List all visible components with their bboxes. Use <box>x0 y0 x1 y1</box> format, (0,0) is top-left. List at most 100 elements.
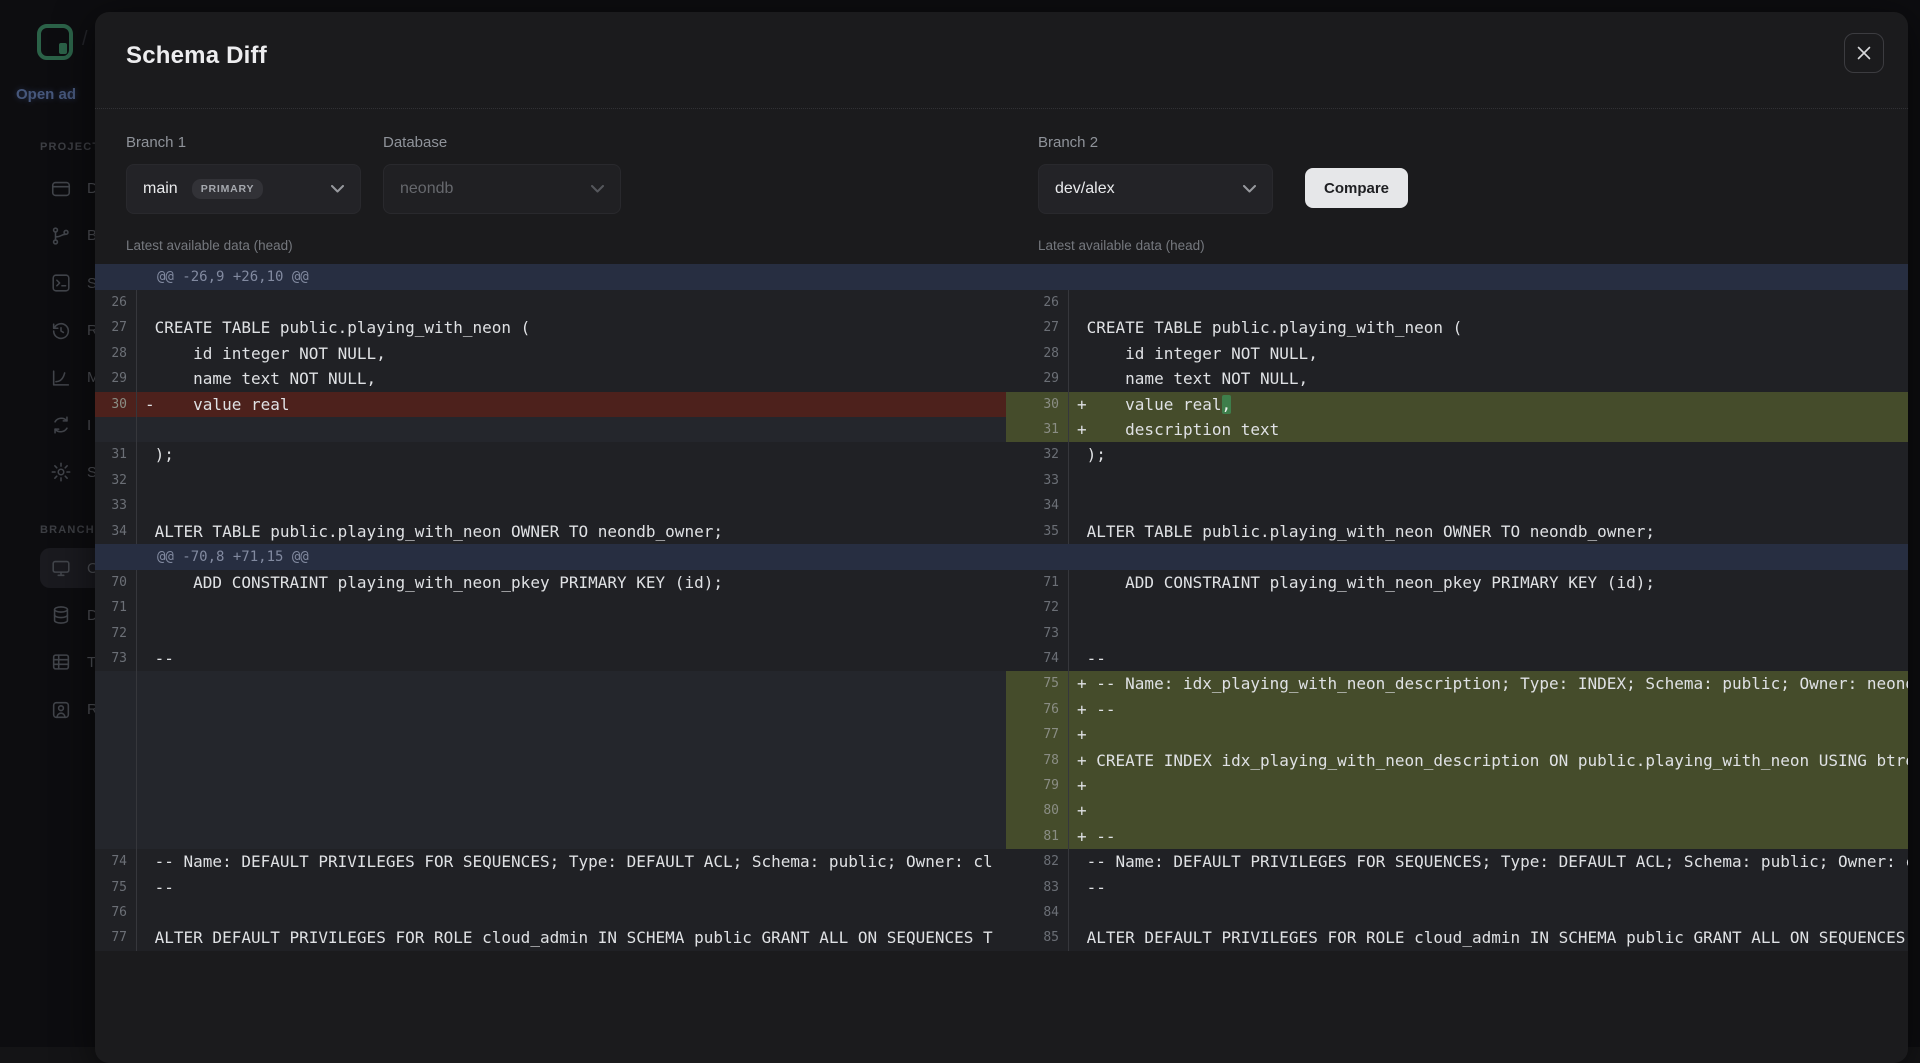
line-number <box>95 671 136 696</box>
diff-left-cell: 72 <box>95 621 1006 646</box>
branch1-label: Branch 1 <box>126 134 186 151</box>
line-number: 30 <box>95 392 136 417</box>
line-number: 74 <box>95 849 136 874</box>
line-number: 85 <box>1006 925 1068 950</box>
line-number: 84 <box>1006 900 1068 925</box>
code-line <box>1068 621 1908 646</box>
diff-left-cell: 27 CREATE TABLE public.playing_with_neon… <box>95 315 1006 340</box>
code-line: + -- Name: idx_playing_with_neon_descrip… <box>1068 671 1908 696</box>
code-line <box>1068 468 1908 493</box>
diff-row: 2626 <box>95 290 1908 315</box>
diff-right-cell: 76+ -- <box>1006 697 1908 722</box>
line-number: 34 <box>1006 493 1068 518</box>
database-value: neondb <box>400 180 453 198</box>
diff-right-cell: 26 <box>1006 290 1908 315</box>
diff-right-cell: 83 -- <box>1006 875 1908 900</box>
diff-right-cell: 31+ description text <box>1006 417 1908 442</box>
code-line <box>136 773 1006 798</box>
diff-left-cell: 71 <box>95 595 1006 620</box>
diff-left-cell <box>95 748 1006 773</box>
code-line: CREATE TABLE public.playing_with_neon ( <box>136 315 1006 340</box>
diff-row: 76+ -- <box>95 697 1908 722</box>
code-line <box>1068 290 1908 315</box>
code-line <box>136 900 1006 925</box>
code-line <box>136 798 1006 823</box>
diff-left-cell <box>95 697 1006 722</box>
line-number: 72 <box>1006 595 1068 620</box>
diff-right-cell: 77+ <box>1006 722 1908 747</box>
code-line <box>136 417 1006 442</box>
line-number <box>95 798 136 823</box>
line-number: 82 <box>1006 849 1068 874</box>
code-line <box>136 697 1006 722</box>
diff-right-cell: 35 ALTER TABLE public.playing_with_neon … <box>1006 519 1908 544</box>
diff-row: 77+ <box>95 722 1908 747</box>
code-line <box>136 671 1006 696</box>
line-number: 79 <box>1006 773 1068 798</box>
code-line <box>136 290 1006 315</box>
line-number: 72 <box>95 621 136 646</box>
schema-diff-modal: Schema Diff Branch 1 Database Branch 2 m… <box>95 12 1908 1063</box>
code-line: name text NOT NULL, <box>1068 366 1908 391</box>
diff-row: 80+ <box>95 798 1908 823</box>
code-line <box>1068 900 1908 925</box>
diff-left-cell: 33 <box>95 493 1006 518</box>
code-line: + value real, <box>1068 392 1908 417</box>
line-number: 35 <box>1006 519 1068 544</box>
branch1-select[interactable]: main PRIMARY <box>126 164 361 214</box>
branch2-select[interactable]: dev/alex <box>1038 164 1273 214</box>
hunk-header: @@ -26,9 +26,10 @@ <box>95 264 1908 290</box>
database-select: neondb <box>383 164 621 214</box>
code-line: ALTER DEFAULT PRIVILEGES FOR ROLE cloud_… <box>136 925 1006 950</box>
diff-right-cell: 30+ value real, <box>1006 392 1908 417</box>
primary-badge: PRIMARY <box>192 179 264 199</box>
close-button[interactable] <box>1844 33 1884 73</box>
code-line: - value real <box>136 392 1006 417</box>
diff-right-cell: 72 <box>1006 595 1908 620</box>
diff-right-cell: 73 <box>1006 621 1908 646</box>
diff-left-cell: 34 ALTER TABLE public.playing_with_neon … <box>95 519 1006 544</box>
diff-row: 29 name text NOT NULL,29 name text NOT N… <box>95 366 1908 391</box>
line-number: 73 <box>95 646 136 671</box>
branch2-value: dev/alex <box>1055 180 1115 198</box>
diff-left-cell <box>95 824 1006 849</box>
code-line: ALTER TABLE public.playing_with_neon OWN… <box>1068 519 1908 544</box>
diff-right-cell: 29 name text NOT NULL, <box>1006 366 1908 391</box>
diff-left-cell: 31 ); <box>95 442 1006 467</box>
diff-row: 70 ADD CONSTRAINT playing_with_neon_pkey… <box>95 570 1908 595</box>
diff-row: 81+ -- <box>95 824 1908 849</box>
line-number: 73 <box>1006 621 1068 646</box>
line-number: 33 <box>1006 468 1068 493</box>
diff-row: 75 --83 -- <box>95 875 1908 900</box>
line-number: 75 <box>1006 671 1068 696</box>
compare-button[interactable]: Compare <box>1305 168 1408 208</box>
diff-right-cell: 85 ALTER DEFAULT PRIVILEGES FOR ROLE clo… <box>1006 925 1908 950</box>
diff-right-cell: 80+ <box>1006 798 1908 823</box>
line-number: 27 <box>95 315 136 340</box>
diff-left-cell: 32 <box>95 468 1006 493</box>
diff-right-cell: 71 ADD CONSTRAINT playing_with_neon_pkey… <box>1006 570 1908 595</box>
code-line: -- <box>1068 646 1908 671</box>
code-line: -- <box>136 875 1006 900</box>
line-number: 34 <box>95 519 136 544</box>
diff-row: 28 id integer NOT NULL,28 id integer NOT… <box>95 341 1908 366</box>
code-line: + <box>1068 722 1908 747</box>
chevron-down-icon <box>591 185 604 193</box>
line-number: 76 <box>95 900 136 925</box>
diff-right-cell: 74 -- <box>1006 646 1908 671</box>
line-number: 29 <box>95 366 136 391</box>
line-number: 80 <box>1006 798 1068 823</box>
diff-left-cell <box>95 773 1006 798</box>
diff-left-cell <box>95 671 1006 696</box>
line-number <box>95 824 136 849</box>
diff-right-cell: 81+ -- <box>1006 824 1908 849</box>
code-line <box>136 595 1006 620</box>
code-line: + description text <box>1068 417 1908 442</box>
diff-right-cell: 34 <box>1006 493 1908 518</box>
code-line: ALTER TABLE public.playing_with_neon OWN… <box>136 519 1006 544</box>
diff-left-cell: 76 <box>95 900 1006 925</box>
diff-left-cell: 30- value real <box>95 392 1006 417</box>
diff-row: 78+ CREATE INDEX idx_playing_with_neon_d… <box>95 748 1908 773</box>
line-number: 71 <box>1006 570 1068 595</box>
line-number: 31 <box>1006 417 1068 442</box>
